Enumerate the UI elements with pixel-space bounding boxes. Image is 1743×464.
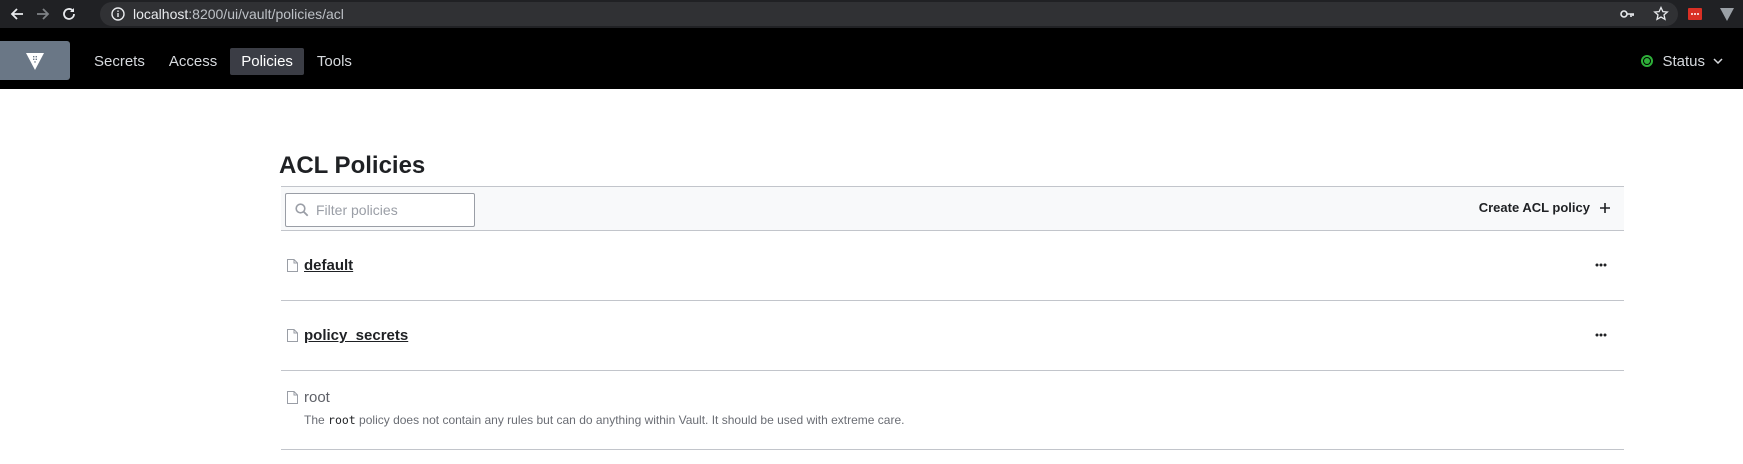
vault-extension-icon[interactable] — [1711, 0, 1743, 28]
address-bar[interactable]: localhost:8200/ui/vault/policies/acl — [100, 2, 1678, 26]
policy-link-default[interactable]: default — [304, 257, 353, 274]
create-acl-policy-label: Create ACL policy — [1478, 200, 1590, 215]
star-icon[interactable] — [1644, 2, 1678, 26]
vault-logo[interactable] — [0, 41, 70, 80]
policy-row[interactable]: default — [281, 231, 1624, 301]
policy-link-policy-secrets[interactable]: policy_secrets — [304, 327, 408, 344]
status-menu[interactable]: Status — [1641, 49, 1723, 73]
extension-icon[interactable] — [1679, 0, 1711, 28]
reload-icon[interactable] — [56, 0, 82, 28]
create-acl-policy-button[interactable]: Create ACL policy — [1479, 200, 1610, 215]
root-policy-description: The root policy does not contain any rul… — [304, 413, 904, 427]
policy-toolbar: Create ACL policy — [281, 186, 1624, 231]
plus-icon — [1600, 202, 1610, 213]
key-icon[interactable] — [1610, 2, 1644, 26]
root-desc-after: policy does not contain any rules but ca… — [355, 413, 905, 427]
root-desc-code: root — [328, 413, 356, 427]
browser-toolbar: localhost:8200/ui/vault/policies/acl — [0, 0, 1743, 28]
document-icon — [287, 259, 298, 272]
url-path: :8200/ui/vault/policies/acl — [188, 6, 344, 22]
chevron-down-icon — [1713, 58, 1723, 64]
nav-access[interactable]: Access — [158, 48, 228, 75]
main-nav: Secrets Access Policies Tools — [83, 48, 365, 75]
nav-secrets[interactable]: Secrets — [83, 48, 156, 75]
root-policy-name: root — [304, 389, 330, 406]
vault-logo-icon — [26, 52, 44, 70]
status-label: Status — [1662, 52, 1705, 70]
nav-policies[interactable]: Policies — [230, 48, 304, 75]
more-options-icon[interactable] — [1589, 257, 1613, 273]
app-header: Secrets Access Policies Tools Status — [0, 28, 1743, 89]
nav-tools[interactable]: Tools — [306, 48, 363, 75]
root-policy-row: root The root policy does not contain an… — [281, 371, 1624, 450]
root-desc-before: The — [304, 413, 329, 427]
page-title: ACL Policies — [279, 152, 426, 179]
filter-input[interactable] — [316, 202, 466, 218]
forward-arrow-icon[interactable] — [30, 0, 56, 28]
site-info-icon[interactable] — [103, 7, 133, 21]
status-ok-icon — [1641, 55, 1654, 67]
url-host: localhost — [133, 6, 189, 22]
back-arrow-icon[interactable] — [4, 0, 30, 28]
url-text: localhost:8200/ui/vault/policies/acl — [133, 6, 344, 22]
more-options-icon[interactable] — [1589, 327, 1613, 343]
document-icon — [287, 329, 298, 342]
search-icon — [288, 203, 316, 217]
policy-row[interactable]: policy_secrets — [281, 301, 1624, 371]
document-icon — [287, 391, 298, 404]
filter-field[interactable] — [285, 193, 475, 227]
